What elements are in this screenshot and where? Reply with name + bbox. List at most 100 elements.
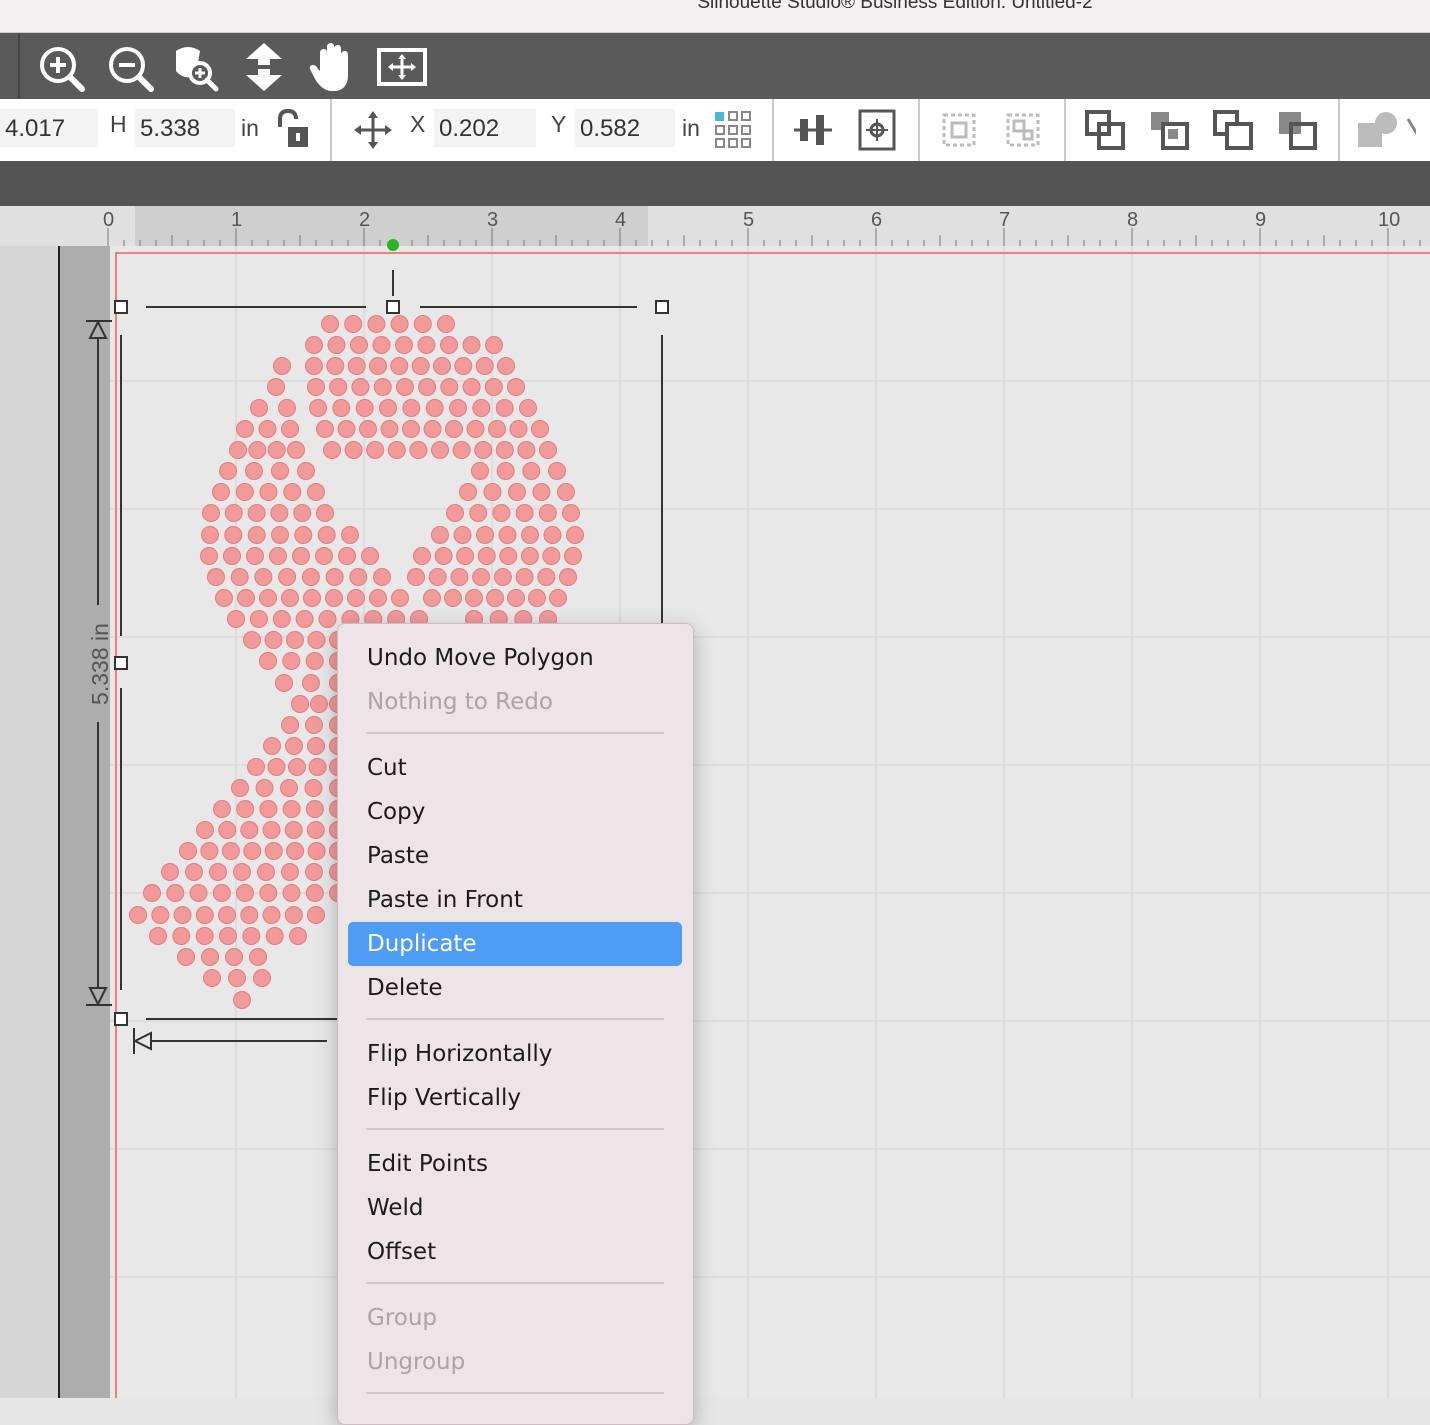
rhinestone-dot [369,589,387,607]
rhinestone-dot [230,568,249,586]
rhinestone-dot [538,504,557,522]
rhinestone-dot [291,695,309,713]
rhinestone-dot [369,357,387,375]
rhinestone-dot [215,589,233,607]
rhinestone-dot [280,779,298,797]
rhinestone-dot [201,948,219,966]
rhinestone-dot [149,927,167,945]
rhinestone-dot [305,800,324,818]
rhinestone-dot [246,547,264,565]
rhinestone-dot [219,927,237,945]
rhinestone-dot [498,526,517,544]
rhinestone-dot [323,441,341,459]
menu-item-offset[interactable]: Offset [348,1230,682,1274]
rhinestone-dot [528,589,546,607]
rhinestone-dot [295,610,314,628]
rhinestone-dot [542,547,561,565]
rhinestone-dot [236,884,254,902]
rhinestone-dot [548,462,566,480]
rhinestone-dot [532,483,551,501]
rhinestone-dot [315,547,333,565]
menu-item-delete[interactable]: Delete [348,966,682,1010]
rhinestone-dot [321,315,339,333]
rhinestone-dot [495,441,514,459]
rhinestone-dot [492,504,511,522]
menu-item-undo-move-polygon[interactable]: Undo Move Polygon [348,636,682,680]
rhinestone-dot [151,906,170,924]
rhinestone-dot [245,462,263,480]
rhinestone-dot [519,399,537,417]
rhinestone-dot [219,462,237,480]
rhinestone-dot [350,336,368,354]
rhinestone-dot [307,842,326,860]
rhinestone-dot [247,504,266,522]
rhinestone-dot [509,420,528,438]
rhinestone-dot [221,842,240,860]
rhinestone-dot [294,526,313,544]
rhinestone-dot [278,399,296,417]
rhinestone-dot [305,884,324,902]
rhinestone-dot [302,674,320,692]
rhinestone-dot [466,420,485,438]
rhinestone-dot [472,399,491,417]
rhinestone-dot [258,420,277,438]
rhinestone-dot [344,441,363,459]
rhinestone-dot [431,441,449,459]
rhinestone-dot [456,547,475,565]
menu-item-paste-in-front[interactable]: Paste in Front [348,878,682,922]
rhinestone-dot [517,441,536,459]
rhinestone-dot [562,504,580,522]
rhinestone-dot [485,336,503,354]
rhinestone-dot [270,504,289,522]
rhinestone-dot [566,526,584,544]
menu-item-flip-vertically[interactable]: Flip Vertically [348,1076,682,1120]
menu-item-cut[interactable]: Cut [348,746,682,790]
rhinestone-dot [257,863,275,881]
rhinestone-dot [409,441,428,459]
rhinestone-dot [472,568,491,586]
menu-item-flip-horizontally[interactable]: Flip Horizontally [348,1032,682,1076]
rhinestone-dot [301,568,320,586]
rotate-handle[interactable] [387,239,399,251]
rhinestone-dot [248,441,267,459]
rhinestone-dot [433,357,451,375]
rhinestone-dot [292,547,310,565]
rhinestone-dot [129,906,147,924]
rhinestone-dot [373,568,391,586]
rhinestone-dot [305,357,323,375]
rhinestone-dot [488,420,506,438]
menu-item-paste[interactable]: Paste [348,834,682,878]
rhinestone-dot [366,441,385,459]
menu-item-weld[interactable]: Weld [348,1186,682,1230]
rhinestone-dot [413,547,431,565]
rhinestone-dot [310,695,328,713]
rhinestone-dot [445,420,463,438]
rhinestone-dot [390,315,409,333]
rhinestone-dot [326,357,345,375]
menu-item-duplicate[interactable]: Duplicate [348,922,682,966]
rhinestone-dot [281,716,299,734]
rhinestone-dot [262,821,281,839]
menu-separator [366,1018,664,1020]
rhinestone-dot [475,357,494,375]
rhinestone-dot [229,441,247,459]
rhinestone-dot [380,420,399,438]
rhinestone-dot [308,758,327,776]
rhinestone-dot [227,610,245,628]
rhinestone-dot [539,441,557,459]
menu-item-copy[interactable]: Copy [348,790,682,834]
rhinestone-dot [240,906,259,924]
rhinestone-dot [355,399,374,417]
rhinestone-dot [407,568,425,586]
rhinestone-dot [495,399,514,417]
rhinestone-dot [325,589,343,607]
rhinestone-dot [286,842,305,860]
menu-item-edit-points[interactable]: Edit Points [348,1142,682,1186]
rhinestone-dot [307,483,325,501]
rhinestone-dot [499,547,518,565]
menu-separator [366,1392,664,1394]
rhinestone-dot [304,779,323,797]
rhinestone-dot [425,399,444,417]
rhinestone-dot [231,779,249,797]
rhinestone-dot [450,568,469,586]
